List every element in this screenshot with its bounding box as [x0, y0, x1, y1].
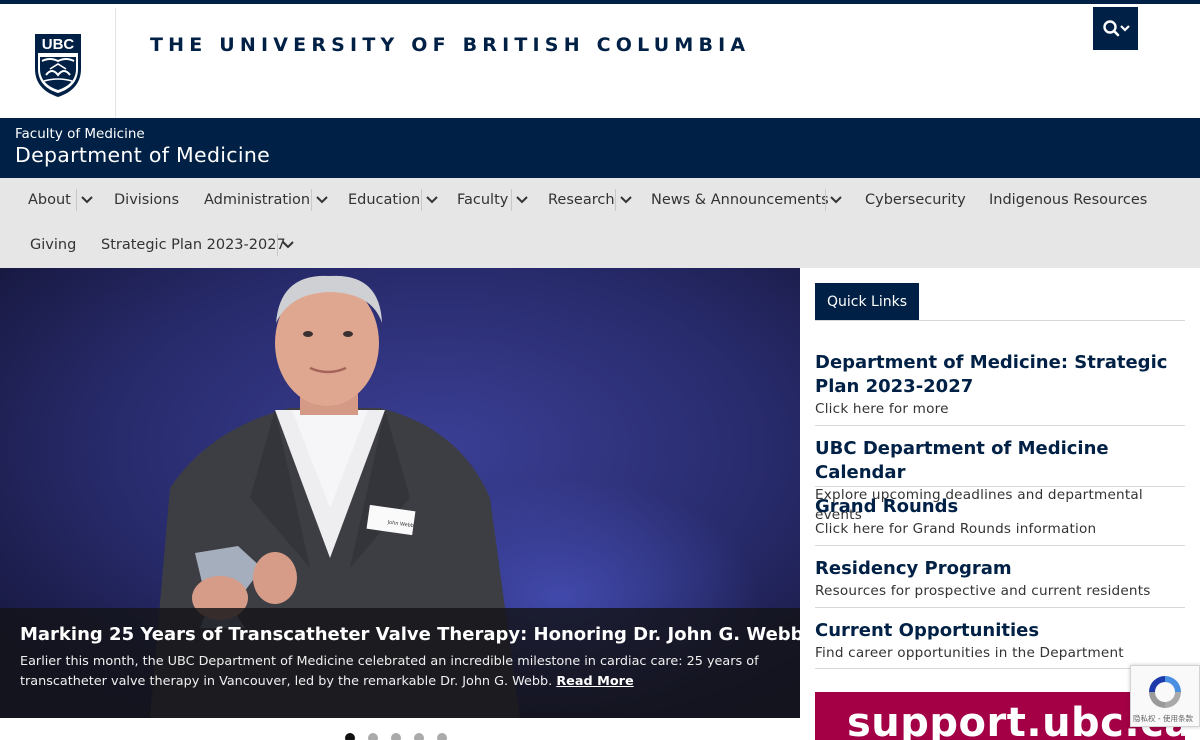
quick-link-calendar[interactable]: UBC Department of Medicine Calendar Expl…: [815, 437, 1185, 523]
recaptcha-terms[interactable]: 隐私权 - 使用条款: [1133, 713, 1193, 724]
quick-link-title: UBC Department of Medicine Calendar: [815, 438, 1109, 483]
nav-indigenous-resources[interactable]: Indigenous Resources: [989, 192, 1147, 208]
chevron-down-icon: [425, 196, 438, 204]
hero-carousel[interactable]: John Webb Marking 25 Years of Transcathe…: [0, 268, 800, 718]
recaptcha-badge[interactable]: 隐私权 - 使用条款: [1130, 665, 1200, 727]
ubc-crest-icon: UBC: [34, 34, 81, 97]
chevron-down-icon: [281, 241, 294, 249]
quick-link-title: Residency Program: [815, 558, 1012, 579]
nav-cybersecurity[interactable]: Cybersecurity: [865, 192, 966, 208]
nav-administration[interactable]: Administration: [204, 192, 310, 208]
logo-text: UBC: [41, 36, 74, 53]
faculty-link[interactable]: Faculty of Medicine: [15, 126, 145, 142]
nav-faculty[interactable]: Faculty: [457, 192, 508, 208]
nav-about[interactable]: About: [28, 192, 71, 208]
quick-link-subtitle: Click here for Grand Rounds information: [815, 521, 1097, 537]
department-banner: Faculty of Medicine Department of Medici…: [0, 118, 1200, 178]
quick-link-opportunities[interactable]: Current Opportunities Find career opport…: [815, 619, 1185, 669]
nav-news-dropdown[interactable]: [825, 189, 845, 211]
nav-strategic-plan-dropdown[interactable]: [277, 234, 297, 256]
hero-description: Earlier this month, the UBC Department o…: [20, 652, 780, 692]
nav-research-dropdown[interactable]: [615, 189, 635, 211]
quick-link-title: Grand Rounds: [815, 496, 959, 517]
carousel-pagination: [345, 733, 447, 740]
nav-administration-dropdown[interactable]: [311, 189, 331, 211]
chevron-down-icon: [619, 196, 632, 204]
site-header: UBC THE UNIVERSITY OF BRITISH COLUMBIA: [0, 0, 1200, 122]
quick-link-title: Department of Medicine: Strategic Plan 2…: [815, 352, 1168, 397]
hero-text: Earlier this month, the UBC Department o…: [20, 654, 759, 689]
quick-link-subtitle: Find career opportunities in the Departm…: [815, 645, 1124, 661]
carousel-dot-1[interactable]: [345, 733, 355, 740]
nav-about-dropdown[interactable]: [76, 189, 96, 211]
ubc-logo[interactable]: UBC: [0, 8, 116, 122]
carousel-dot-5[interactable]: [437, 733, 447, 740]
chevron-down-icon: [515, 196, 528, 204]
read-more-link[interactable]: Read More: [556, 674, 633, 689]
quick-link-title: Current Opportunities: [815, 620, 1040, 641]
quick-links-divider: [815, 320, 1185, 321]
nav-research[interactable]: Research: [548, 192, 615, 208]
department-title[interactable]: Department of Medicine: [15, 143, 270, 167]
quick-link-residency[interactable]: Residency Program Resources for prospect…: [815, 557, 1185, 608]
carousel-dot-4[interactable]: [414, 733, 424, 740]
nav-education[interactable]: Education: [348, 192, 420, 208]
university-title[interactable]: THE UNIVERSITY OF BRITISH COLUMBIA: [150, 34, 750, 56]
nav-news[interactable]: News & Announcements: [651, 192, 829, 208]
search-icon: [1102, 19, 1130, 36]
recaptcha-icon: [1149, 676, 1181, 708]
main-nav: About Divisions Administration Education…: [0, 178, 1200, 268]
hero-caption: Marking 25 Years of Transcatheter Valve …: [0, 608, 800, 718]
chevron-down-icon: [829, 196, 842, 204]
nav-education-dropdown[interactable]: [421, 189, 441, 211]
nav-divisions[interactable]: Divisions: [114, 192, 179, 208]
chevron-down-icon: [315, 196, 328, 204]
carousel-dot-3[interactable]: [391, 733, 401, 740]
quick-link-grand-rounds[interactable]: Grand Rounds Click here for Grand Rounds…: [815, 495, 1185, 546]
quick-links-tab[interactable]: Quick Links: [815, 283, 919, 321]
nav-faculty-dropdown[interactable]: [511, 189, 531, 211]
chevron-down-icon: [80, 196, 93, 204]
hero-title[interactable]: Marking 25 Years of Transcatheter Valve …: [20, 624, 800, 645]
quick-link-subtitle: Click here for more: [815, 401, 949, 417]
nav-giving[interactable]: Giving: [30, 237, 76, 253]
nav-strategic-plan[interactable]: Strategic Plan 2023-2027: [101, 237, 286, 253]
carousel-dot-2[interactable]: [368, 733, 378, 740]
search-toggle-button[interactable]: [1093, 7, 1138, 50]
quick-link-subtitle: Resources for prospective and current re…: [815, 583, 1151, 599]
quick-link-strategic-plan[interactable]: Department of Medicine: Strategic Plan 2…: [815, 351, 1185, 426]
